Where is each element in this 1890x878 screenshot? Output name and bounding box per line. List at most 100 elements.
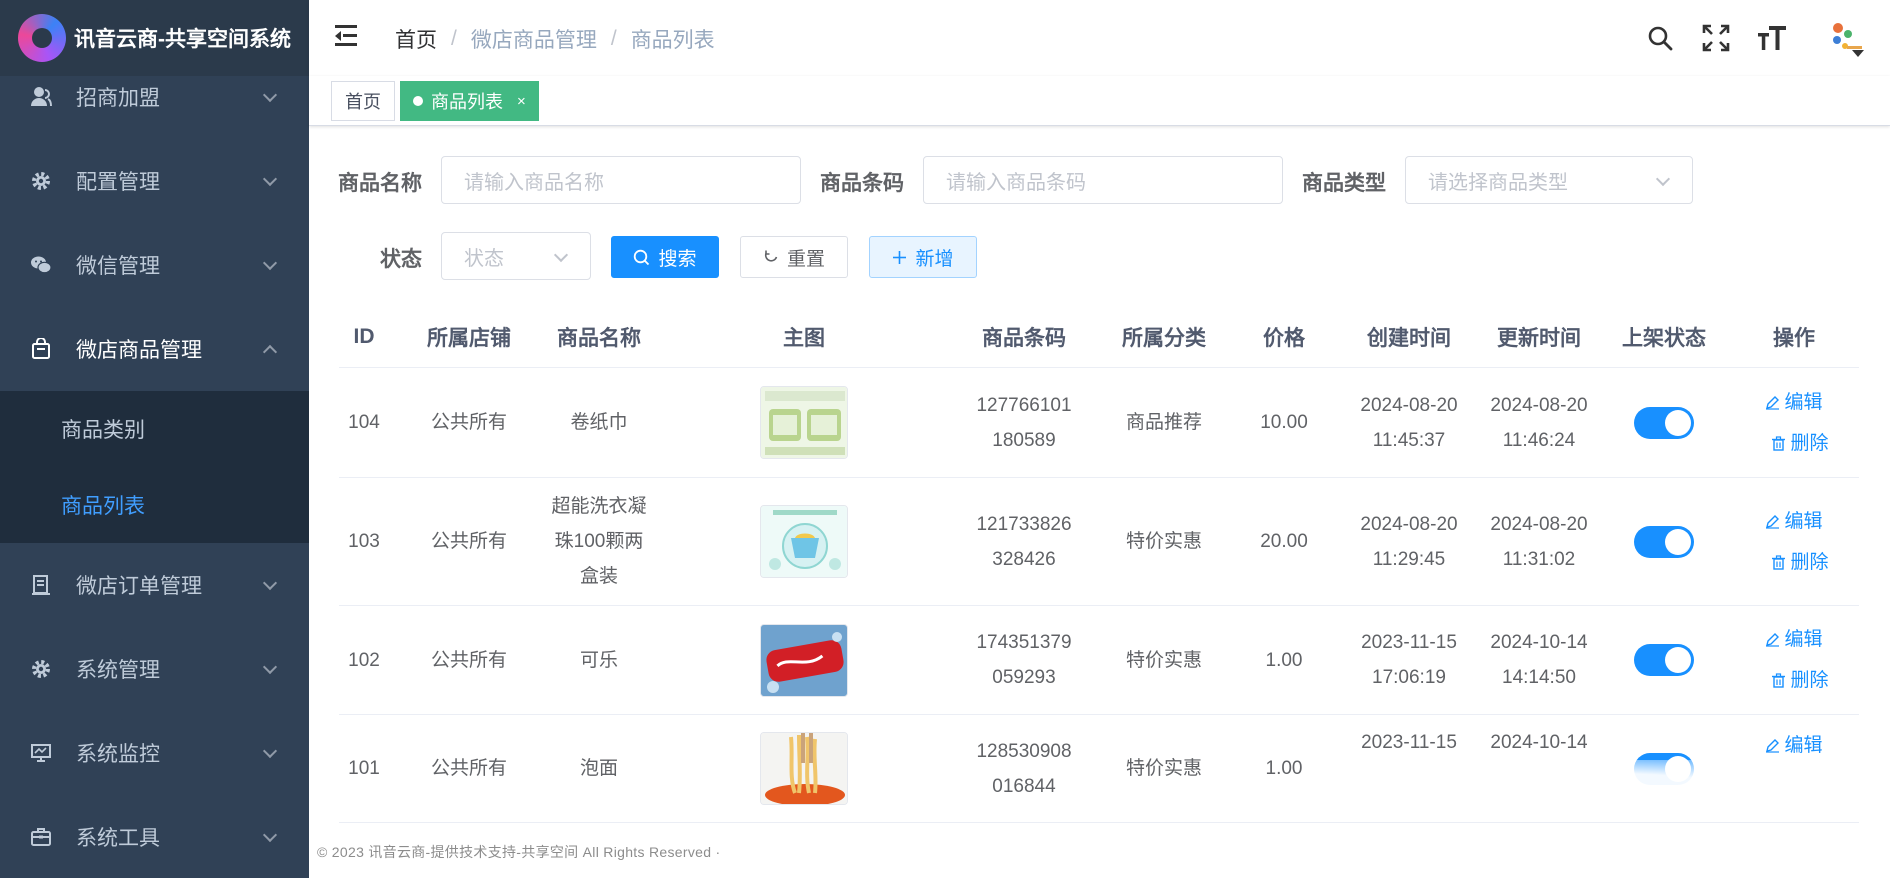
hamburger-icon[interactable] [335,24,361,48]
refresh-icon [763,249,779,265]
edit-icon [1765,395,1780,410]
cell-created: 2024-08-20 11:45:37 [1360,394,1458,451]
sidebar-item-label: 微店商品管理 [76,339,202,362]
cell-actions: 编辑 删除 [1739,368,1849,477]
edit-button[interactable]: 编辑 [1765,501,1823,542]
column-header-updated: 更新时间 [1497,327,1581,350]
barcode-label: 商品条码 [820,172,904,195]
column-header-on-shelf: 上架状态 [1622,327,1706,350]
toolbox-icon [30,826,52,848]
order-icon [30,574,52,596]
chevron-up-icon [262,344,278,360]
sidebar-item-monitor[interactable]: 系统监控 [0,711,309,795]
column-header-shop: 所属店铺 [427,327,511,350]
on-shelf-toggle[interactable] [1634,644,1694,676]
reset-button[interactable]: 重置 [740,236,848,278]
table-row: 104 公共所有 卷纸巾 127766101 180589 商品推荐 10.00 2024-… [339,368,1859,478]
product-thumbnail[interactable] [760,505,848,578]
delete-button[interactable]: 删除 [1771,660,1829,701]
cell-image [669,715,939,822]
sidebar-item-label: 系统工具 [76,827,160,850]
navbar-right-menu [1632,0,1890,76]
cell-id: 103 [348,531,380,552]
barcode-input[interactable]: 请输入商品条码 [923,156,1283,204]
font-size-icon[interactable] [1744,0,1800,76]
cell-on-shelf [1609,478,1719,605]
delete-button[interactable]: 删除 [1771,423,1829,464]
cell-on-shelf [1609,368,1719,477]
edit-button[interactable]: 编辑 [1765,382,1823,423]
breadcrumb-home[interactable]: 首页 [395,24,437,54]
chevron-down-icon [262,827,278,843]
tag-goods-list[interactable]: 商品列表 × [400,81,539,121]
sidebar-item-tools[interactable]: 系统工具 [0,795,309,878]
goods-name-input[interactable]: 请输入商品名称 [441,156,801,204]
chevron-down-icon [262,743,278,759]
breadcrumb-shop-goods[interactable]: 微店商品管理 [471,24,597,54]
edit-icon [1765,738,1780,753]
cell-barcode: 121733826 328426 [976,513,1072,570]
cell-actions: 编辑 删除 [1739,606,1849,714]
add-button[interactable]: 新增 [869,236,977,278]
column-header-image: 主图 [783,327,825,350]
cell-image [669,368,939,477]
product-thumbnail[interactable] [760,732,848,805]
fullscreen-icon[interactable] [1688,0,1744,76]
status-select[interactable]: 状态 [441,232,591,280]
user-icon [30,86,52,108]
cell-category: 特价实惠 [1125,758,1202,779]
sidebar-item-orders[interactable]: 微店订单管理 [0,543,309,627]
gear-icon [30,658,52,680]
tag-home[interactable]: 首页 [331,81,395,121]
search-button[interactable]: 搜索 [611,236,719,278]
table-row: 103 公共所有 超能洗衣凝 珠100颗两 盒装 121733826 328426 特价… [339,478,1859,606]
breadcrumb: 首页 / 微店商品管理 / 商品列表 [395,24,715,54]
edit-button[interactable]: 编辑 [1765,619,1823,660]
on-shelf-toggle[interactable] [1634,406,1694,439]
cell-barcode: 174351379 059293 [976,632,1072,688]
sidebar-item-shop-goods[interactable]: 微店商品管理 [0,307,309,391]
sidebar-item-system[interactable]: 系统管理 [0,627,309,711]
product-thumbnail[interactable] [760,623,848,697]
sidebar-item-label: 系统管理 [76,659,160,682]
sidebar-item-label: 微信管理 [76,255,160,278]
cell-price: 10.00 [1260,412,1308,433]
chevron-down-icon [1655,171,1671,187]
cell-image [669,478,939,605]
sidebar-item-label: 配置管理 [76,171,160,194]
cell-shop: 公共所有 [430,531,507,552]
sidebar-item-label: 微店订单管理 [76,575,202,598]
cell-category: 特价实惠 [1125,649,1202,671]
cell-category: 特价实惠 [1125,531,1202,552]
product-thumbnail[interactable] [760,386,848,459]
cell-name: 泡面 [579,758,618,779]
cell-price: 1.00 [1265,649,1303,671]
type-label: 商品类型 [1302,172,1386,195]
goods-type-select[interactable]: 请选择商品类型 [1405,156,1693,204]
sidebar-subitem-goods-list[interactable]: 商品列表 [0,467,309,543]
bag-icon [30,338,52,360]
search-icon[interactable] [1632,0,1688,76]
cell-name: 可乐 [579,649,618,671]
submenu-shop-goods: 商品类别 商品列表 [0,391,309,543]
cell-price: 20.00 [1260,531,1308,552]
chevron-down-icon [262,87,278,103]
sidebar-item-config[interactable]: 配置管理 [0,139,309,223]
name-label: 商品名称 [338,172,422,195]
caret-down-icon[interactable] [1852,50,1864,57]
chevron-down-icon [262,575,278,591]
delete-button[interactable]: 删除 [1771,542,1829,583]
gear-icon [30,170,52,192]
close-icon[interactable]: × [517,93,526,110]
on-shelf-toggle[interactable] [1634,525,1694,558]
app-logo[interactable]: 讯音云商-共享空间系统 [0,0,309,76]
column-header-barcode: 商品条码 [982,327,1066,350]
sidebar-item-wechat[interactable]: 微信管理 [0,223,309,307]
cell-on-shelf [1609,606,1719,714]
blurred-overlay [1316,760,1856,820]
cell-created: 2023-11-15 17:06:19 [1361,632,1457,688]
sidebar-subitem-category[interactable]: 商品类别 [0,391,309,467]
breadcrumb-separator: / [610,27,617,50]
cell-category: 商品推荐 [1125,412,1202,433]
goods-table: ID 所属店铺 商品名称 主图 商品条码 所属分类 价格 创建时间 更新时间 上… [339,306,1859,823]
